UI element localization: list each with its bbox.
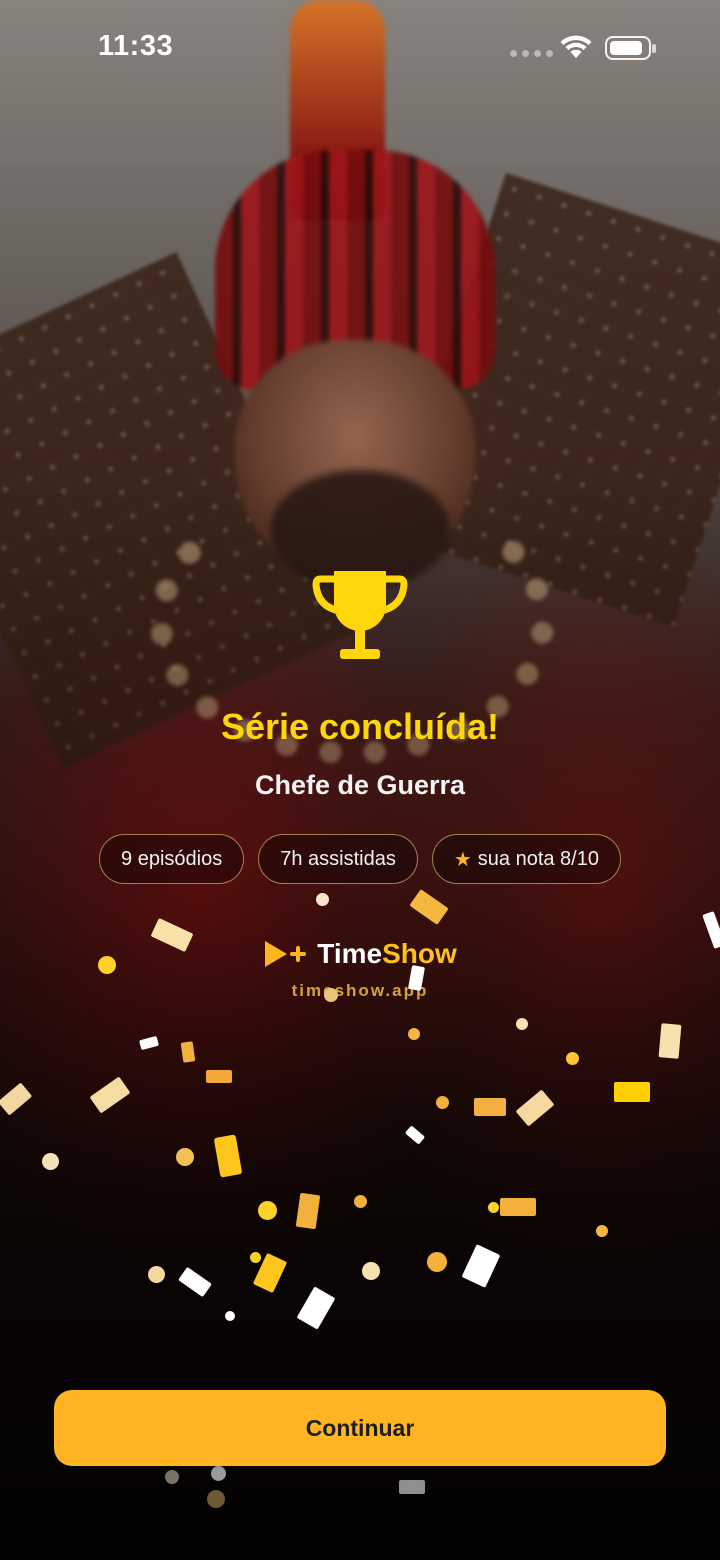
status-bar: 11:33 bbox=[0, 0, 720, 100]
brand-logo: TimeShow bbox=[0, 938, 720, 970]
stats-row: 9 episódios 7h assistidas ★ sua nota 8/1… bbox=[0, 834, 720, 884]
show-name: Chefe de Guerra bbox=[254, 770, 466, 800]
star-icon: ★ bbox=[453, 848, 472, 871]
cellular-signal-icon bbox=[510, 50, 553, 57]
wifi-icon bbox=[560, 35, 592, 58]
watch-time-chip: 7h assistidas bbox=[258, 834, 418, 884]
play-plus-icon bbox=[265, 941, 307, 967]
brand-name: TimeShow bbox=[317, 938, 457, 969]
rating-label: sua nota 8/10 bbox=[477, 847, 599, 870]
rating-chip: ★ sua nota 8/10 bbox=[431, 834, 621, 884]
continue-button[interactable]: Continuar bbox=[54, 1390, 666, 1466]
episodes-label: 9 episódios bbox=[121, 847, 223, 870]
trophy-icon bbox=[312, 571, 408, 659]
status-time: 11:33 bbox=[98, 30, 174, 62]
episodes-chip: 9 episódios bbox=[99, 834, 245, 884]
completion-title: Série concluída! bbox=[220, 706, 500, 747]
brand-url: timeshow.app bbox=[291, 981, 429, 1000]
watch-time-label: 7h assistidas bbox=[280, 847, 396, 870]
battery-icon bbox=[605, 36, 656, 60]
